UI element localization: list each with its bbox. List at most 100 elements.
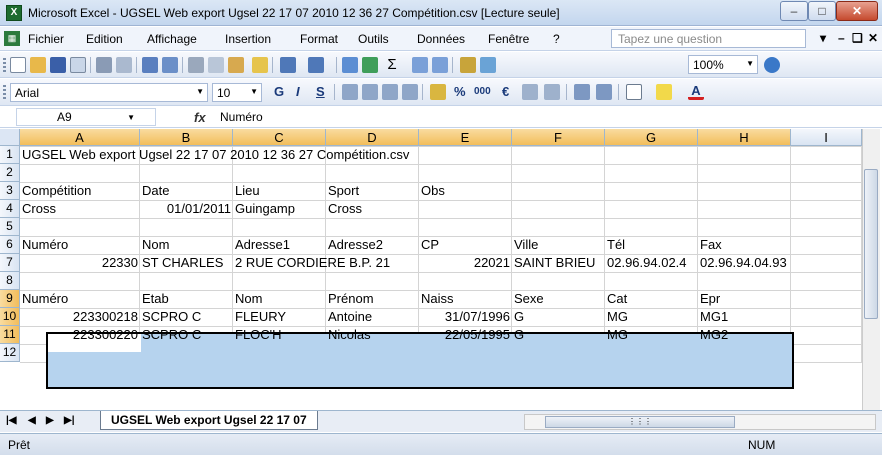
cell-c6[interactable]: Adresse1 [233, 236, 326, 254]
comma-style-button[interactable]: 000 [474, 86, 491, 97]
cell-h6[interactable]: Fax [698, 236, 862, 254]
cell-h10[interactable]: MG1 [698, 308, 862, 326]
cell-h11[interactable]: MG2 [698, 326, 862, 344]
sharepoint-icon[interactable] [362, 57, 378, 73]
workbook-icon[interactable]: ▦ [4, 31, 20, 46]
cell-c4[interactable]: Guingamp [233, 200, 326, 218]
close-button[interactable]: ✕ [836, 1, 878, 21]
prev-sheet-icon[interactable]: ◀ [28, 415, 36, 426]
menu-format[interactable]: Format [300, 32, 338, 46]
copy-icon[interactable] [208, 57, 224, 73]
align-center-icon[interactable] [362, 84, 378, 100]
paste-icon[interactable] [228, 57, 244, 73]
redo-icon[interactable] [308, 57, 324, 73]
cell-b4[interactable]: 01/01/2011 [140, 200, 233, 218]
row-header-4[interactable]: 4 [0, 200, 20, 218]
row-header-7[interactable]: 7 [0, 254, 20, 272]
cell-g6[interactable]: Tél [605, 236, 698, 254]
formula-input[interactable]: Numéro [220, 110, 263, 124]
cell-d6[interactable]: Adresse2 [326, 236, 419, 254]
menu-donnees[interactable]: Données [417, 32, 465, 46]
column-header-a[interactable]: A [20, 129, 140, 146]
cell-f9[interactable]: Sexe [512, 290, 605, 308]
cell-a4[interactable]: Cross [20, 200, 140, 218]
new-document-icon[interactable] [10, 57, 26, 73]
column-header-f[interactable]: F [512, 129, 605, 146]
column-header-e[interactable]: E [419, 129, 512, 146]
row-header-6[interactable]: 6 [0, 236, 20, 254]
zoom-select[interactable]: 100% ▼ [688, 55, 758, 74]
sort-descending-icon[interactable] [432, 57, 448, 73]
percent-style-button[interactable]: % [454, 84, 466, 99]
cell-e10[interactable]: 31/07/1996 [419, 308, 512, 326]
decrease-indent-icon[interactable] [574, 84, 590, 100]
select-all-corner[interactable] [0, 129, 20, 146]
cell-e11[interactable]: 22/05/1995 [419, 326, 512, 344]
help-icon[interactable] [764, 57, 780, 73]
cell-f6[interactable]: Ville [512, 236, 605, 254]
cell-a6[interactable]: Numéro [20, 236, 140, 254]
save-icon[interactable] [50, 57, 66, 73]
font-name-select[interactable]: Arial ▼ [10, 83, 208, 102]
cell-g10[interactable]: MG [605, 308, 698, 326]
worksheet-grid[interactable]: ABCDEFGHI 1 2 3 4 5 6 7 8 9 10 11 12 UGSEL Web expo… [0, 129, 882, 410]
cell-c10[interactable]: FLEURY [233, 308, 326, 326]
menu-edition[interactable]: Edition [86, 32, 123, 46]
cell-a10[interactable]: 223300218 [20, 308, 140, 326]
cell-c9[interactable]: Nom [233, 290, 326, 308]
row-header-9[interactable]: 9 [0, 290, 20, 308]
insert-function-icon[interactable]: fx [194, 110, 206, 125]
first-sheet-icon[interactable]: |◀ [6, 415, 17, 426]
toolbar-grip[interactable] [3, 58, 6, 72]
cell-a1[interactable]: UGSEL Web export Ugsel 22 17 07 2010 12 … [20, 146, 862, 164]
menu-outils[interactable]: Outils [358, 32, 389, 46]
column-header-g[interactable]: G [605, 129, 698, 146]
cell-a11[interactable]: 223300220 [20, 326, 140, 344]
cell-c3[interactable]: Lieu [233, 182, 326, 200]
maximize-button[interactable]: □ [808, 1, 836, 21]
underline-button[interactable]: S [316, 84, 325, 99]
chart-wizard-icon[interactable] [460, 57, 476, 73]
menu-fenetre[interactable]: Fenêtre [488, 32, 529, 46]
cell-g9[interactable]: Cat [605, 290, 698, 308]
research-icon[interactable] [162, 57, 178, 73]
cell-g11[interactable]: MG [605, 326, 698, 344]
euro-button[interactable]: € [502, 84, 509, 99]
cell-f10[interactable]: G [512, 308, 605, 326]
bold-button[interactable]: G [274, 84, 284, 99]
merge-center-icon[interactable] [402, 84, 418, 100]
font-size-select[interactable]: 10 ▼ [212, 83, 262, 102]
cell-b10[interactable]: SCPRO C [140, 308, 233, 326]
cell-d3[interactable]: Sport [326, 182, 419, 200]
row-header-2[interactable]: 2 [0, 164, 20, 182]
increase-indent-icon[interactable] [596, 84, 612, 100]
hyperlink-icon[interactable] [342, 57, 358, 73]
permission-icon[interactable] [70, 57, 86, 73]
row-header-8[interactable]: 8 [0, 272, 20, 290]
align-right-icon[interactable] [382, 84, 398, 100]
vertical-scroll-thumb[interactable] [864, 169, 878, 319]
currency-style-icon[interactable] [430, 84, 446, 100]
toolbar-grip[interactable] [3, 85, 6, 99]
sort-ascending-icon[interactable] [412, 57, 428, 73]
cell-d10[interactable]: Antoine [326, 308, 419, 326]
doc-close-icon[interactable]: ✕ [868, 31, 878, 45]
name-box[interactable]: A9 ▼ [16, 108, 156, 126]
dropdown-arrow-icon[interactable]: ▾ [820, 31, 826, 45]
cell-b9[interactable]: Etab [140, 290, 233, 308]
column-header-c[interactable]: C [233, 129, 326, 146]
row-header-5[interactable]: 5 [0, 218, 20, 236]
fill-color-icon[interactable] [656, 84, 672, 100]
cell-c11[interactable]: FLOC'H [233, 326, 326, 344]
ask-question-input[interactable]: Tapez une question [611, 29, 806, 48]
row-header-11[interactable]: 11 [0, 326, 20, 344]
autosum-icon[interactable]: Σ [384, 57, 400, 73]
last-sheet-icon[interactable]: ▶| [64, 415, 75, 426]
row-header-10[interactable]: 10 [0, 308, 20, 326]
increase-decimal-icon[interactable] [522, 84, 538, 100]
column-header-i[interactable]: I [791, 129, 862, 146]
column-header-b[interactable]: B [140, 129, 233, 146]
cell-b3[interactable]: Date [140, 182, 233, 200]
next-sheet-icon[interactable]: ▶ [46, 415, 54, 426]
cell-c7[interactable]: 2 RUE CORDIERE B.P. 21 [233, 254, 419, 272]
